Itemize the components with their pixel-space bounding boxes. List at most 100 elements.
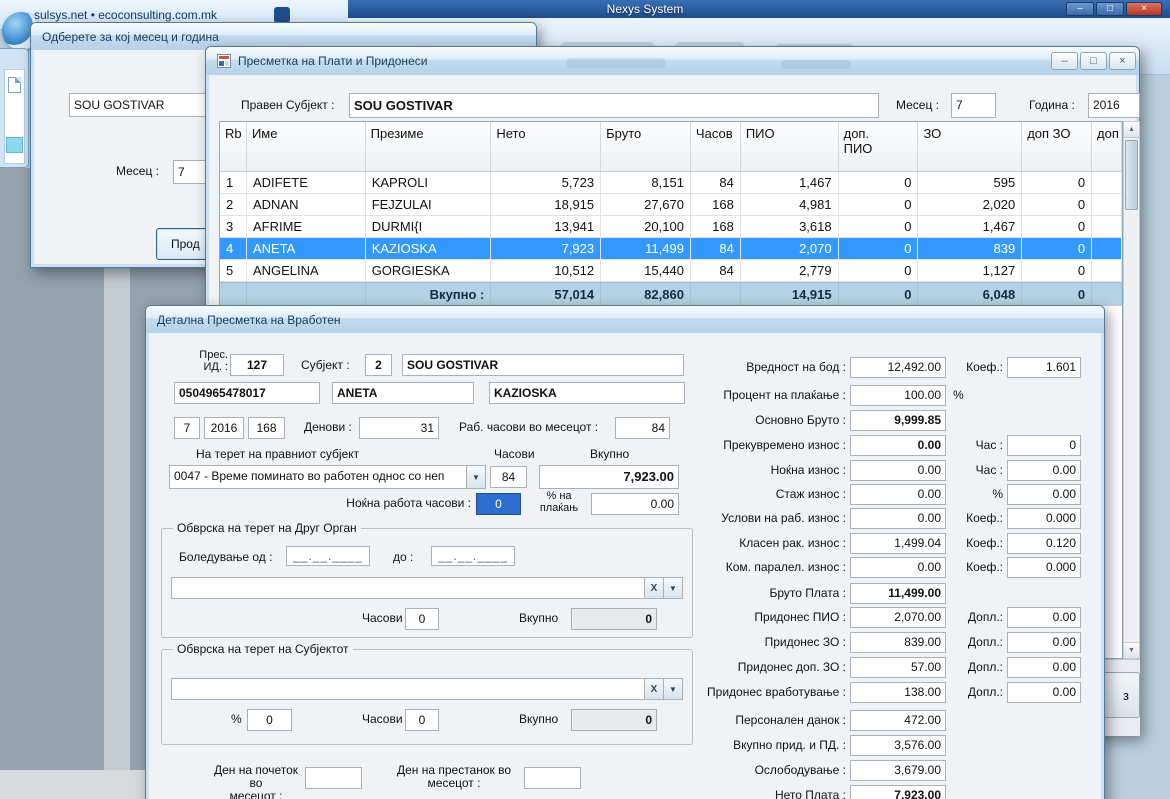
grid-cell: GORGIESKA bbox=[366, 260, 492, 281]
amount-row: Прекувремено износ :0.00Час :0 bbox=[146, 435, 1104, 457]
amount-secondary-field[interactable]: 0.00 bbox=[1007, 607, 1081, 628]
amount-row: Придонес ПИО :2,070.00Допл.:0.00 bbox=[146, 607, 1104, 629]
glass-smudge bbox=[566, 58, 666, 68]
detail-window: Детална Пресметка на Вработен Прес. ИД. … bbox=[145, 305, 1105, 799]
toolbar-icon[interactable] bbox=[6, 137, 23, 153]
vertical-scrollbar[interactable]: ▲ ▼ bbox=[1123, 121, 1140, 659]
desktop-bottom-strip bbox=[0, 770, 145, 799]
amount-value-field[interactable]: 57.00 bbox=[850, 657, 946, 678]
amount-secondary-field[interactable]: 1.601 bbox=[1007, 357, 1081, 378]
grid-column-header[interactable]: доп bbox=[1092, 122, 1122, 171]
grid-total-cell: 6,048 bbox=[918, 283, 1022, 306]
amount-value-field[interactable]: 0.00 bbox=[850, 460, 946, 481]
grid-column-header[interactable]: Презиме bbox=[366, 122, 492, 171]
amount-row: Стаж износ :0.00%0.00 bbox=[146, 484, 1104, 506]
amount-secondary-label: Допл.: bbox=[943, 685, 1003, 699]
grid-cell: 0 bbox=[1022, 260, 1092, 281]
grid-total-cell: 57,014 bbox=[491, 283, 601, 306]
amount-secondary-label: Коеф.: bbox=[943, 511, 1003, 525]
amount-secondary-field[interactable]: 0.000 bbox=[1007, 557, 1081, 578]
grid-cell: FEJZULAI bbox=[366, 194, 492, 215]
amount-value-field[interactable]: 12,492.00 bbox=[850, 357, 946, 378]
amount-value-field[interactable]: 0.00 bbox=[850, 435, 946, 456]
maximize-icon[interactable]: □ bbox=[1096, 2, 1124, 16]
month-field[interactable]: 7 bbox=[951, 93, 996, 118]
grid-row[interactable]: 2ADNANFEJZULAI18,91527,6701684,98102,020… bbox=[220, 194, 1122, 216]
grid-row[interactable]: 1ADIFETEKAPROLI5,7238,151841,46705950 bbox=[220, 172, 1122, 194]
grid-column-header[interactable]: Бруто bbox=[601, 122, 691, 171]
detail-title: Детална Пресметка на Вработен bbox=[157, 313, 341, 327]
amount-value-field[interactable]: 3,679.00 bbox=[850, 760, 946, 781]
grid-column-header[interactable]: доп ЗО bbox=[1022, 122, 1092, 171]
grid-column-header[interactable]: Часов bbox=[691, 122, 741, 171]
amount-label: Услови на раб. износ : bbox=[646, 511, 846, 525]
grid-row[interactable]: 5ANGELINAGORGIESKA10,51215,440842,77901,… bbox=[220, 260, 1122, 282]
amount-secondary-field[interactable]: 0.00 bbox=[1007, 632, 1081, 653]
grid-column-header[interactable]: ЗО bbox=[918, 122, 1022, 171]
grid-column-header[interactable]: доп. ПИО bbox=[839, 122, 919, 171]
amount-secondary-label: Допл.: bbox=[943, 660, 1003, 674]
browser-tab-title[interactable]: sulsys.net • ecoconsulting.com.mk bbox=[34, 8, 217, 22]
grid-cell: 11,499 bbox=[601, 238, 691, 259]
amount-secondary-field[interactable]: 0.000 bbox=[1007, 508, 1081, 529]
grid-cell bbox=[1092, 194, 1122, 215]
detail-titlebar[interactable]: Детална Пресметка на Вработен bbox=[146, 306, 1104, 333]
new-document-icon[interactable] bbox=[8, 77, 21, 93]
scroll-thumb[interactable] bbox=[1125, 140, 1138, 210]
grid-row[interactable]: 3AFRIMEDURMI{I13,94120,1001683,61801,467… bbox=[220, 216, 1122, 238]
payroll-titlebar[interactable]: Пресметка на Плати и Придонеси bbox=[206, 47, 1139, 75]
amount-value-field[interactable]: 11,499.00 bbox=[850, 583, 946, 604]
amount-value-field[interactable]: 839.00 bbox=[850, 632, 946, 653]
subject-field[interactable]: SOU GOSTIVAR bbox=[349, 93, 879, 118]
scroll-down-icon[interactable]: ▼ bbox=[1124, 642, 1139, 658]
year-field[interactable]: 2016 bbox=[1088, 93, 1140, 118]
amount-secondary-field[interactable]: 0.120 bbox=[1007, 533, 1081, 554]
grid-cell: 1 bbox=[220, 172, 247, 193]
grid-cell: DURMI{I bbox=[366, 216, 492, 237]
grid-cell bbox=[1092, 172, 1122, 193]
amount-secondary-field[interactable]: 0.00 bbox=[1007, 682, 1081, 703]
amount-label: Основно Бруто : bbox=[646, 413, 846, 427]
grid-cell: 18,915 bbox=[491, 194, 601, 215]
amount-label: Ком. паралел. износ : bbox=[646, 560, 846, 574]
amount-secondary-field[interactable]: 0.00 bbox=[1007, 657, 1081, 678]
amount-secondary-field[interactable]: 0 bbox=[1007, 435, 1081, 456]
grid-cell: 2,070 bbox=[741, 238, 839, 259]
grid-column-header[interactable]: ПИО bbox=[741, 122, 839, 171]
minimize-icon[interactable]: – bbox=[1066, 2, 1094, 16]
grid-column-header[interactable]: Rb bbox=[220, 122, 247, 171]
grid-column-header[interactable]: Име bbox=[247, 122, 366, 171]
amount-value-field[interactable]: 0.00 bbox=[850, 484, 946, 505]
maximize-icon[interactable]: □ bbox=[1080, 52, 1107, 70]
amount-value-field[interactable]: 7,923.00 bbox=[850, 785, 946, 799]
subject-label: Правен Субјект : bbox=[241, 99, 334, 112]
amount-value-field[interactable]: 0.00 bbox=[850, 508, 946, 529]
amount-value-field[interactable]: 0.00 bbox=[850, 557, 946, 578]
close-icon[interactable]: × bbox=[1109, 52, 1136, 70]
amount-value-field[interactable]: 138.00 bbox=[850, 682, 946, 703]
amount-secondary-field[interactable]: 0.00 bbox=[1007, 484, 1081, 505]
amount-label: Придонес ЗО : bbox=[646, 635, 846, 649]
amount-secondary-field[interactable]: 0.00 bbox=[1007, 460, 1081, 481]
amount-label: Придонес доп. ЗО : bbox=[646, 660, 846, 674]
amount-row: Основно Бруто : 9,999.85 bbox=[146, 410, 1104, 432]
amount-value-field[interactable]: 100.00 bbox=[850, 385, 946, 406]
amount-label: Бруто Плата : bbox=[646, 586, 846, 600]
amount-value-field[interactable]: 2,070.00 bbox=[850, 607, 946, 628]
grid-cell: 0 bbox=[1022, 172, 1092, 193]
amount-value-field[interactable]: 472.00 bbox=[850, 710, 946, 731]
amount-value-field[interactable]: 1,499.04 bbox=[850, 533, 946, 554]
browser-favicon[interactable] bbox=[274, 7, 290, 23]
scroll-up-icon[interactable]: ▲ bbox=[1124, 122, 1139, 138]
amount-value-field[interactable]: 9,999.85 bbox=[850, 410, 946, 431]
grid-column-header[interactable]: Нето bbox=[491, 122, 601, 171]
minimize-icon[interactable]: – bbox=[1051, 52, 1078, 70]
grid-cell bbox=[1092, 216, 1122, 237]
close-icon[interactable]: × bbox=[1126, 2, 1162, 16]
grid-cell: 13,941 bbox=[491, 216, 601, 237]
amount-value-field[interactable]: 3,576.00 bbox=[850, 735, 946, 756]
grid-row[interactable]: 4ANETAKAZIOSKA7,92311,499842,07008390 bbox=[220, 238, 1122, 260]
grid-cell: 5,723 bbox=[491, 172, 601, 193]
amount-row: Ослободување :3,679.00 bbox=[146, 760, 1104, 782]
amount-secondary-label: Час : bbox=[943, 438, 1003, 452]
